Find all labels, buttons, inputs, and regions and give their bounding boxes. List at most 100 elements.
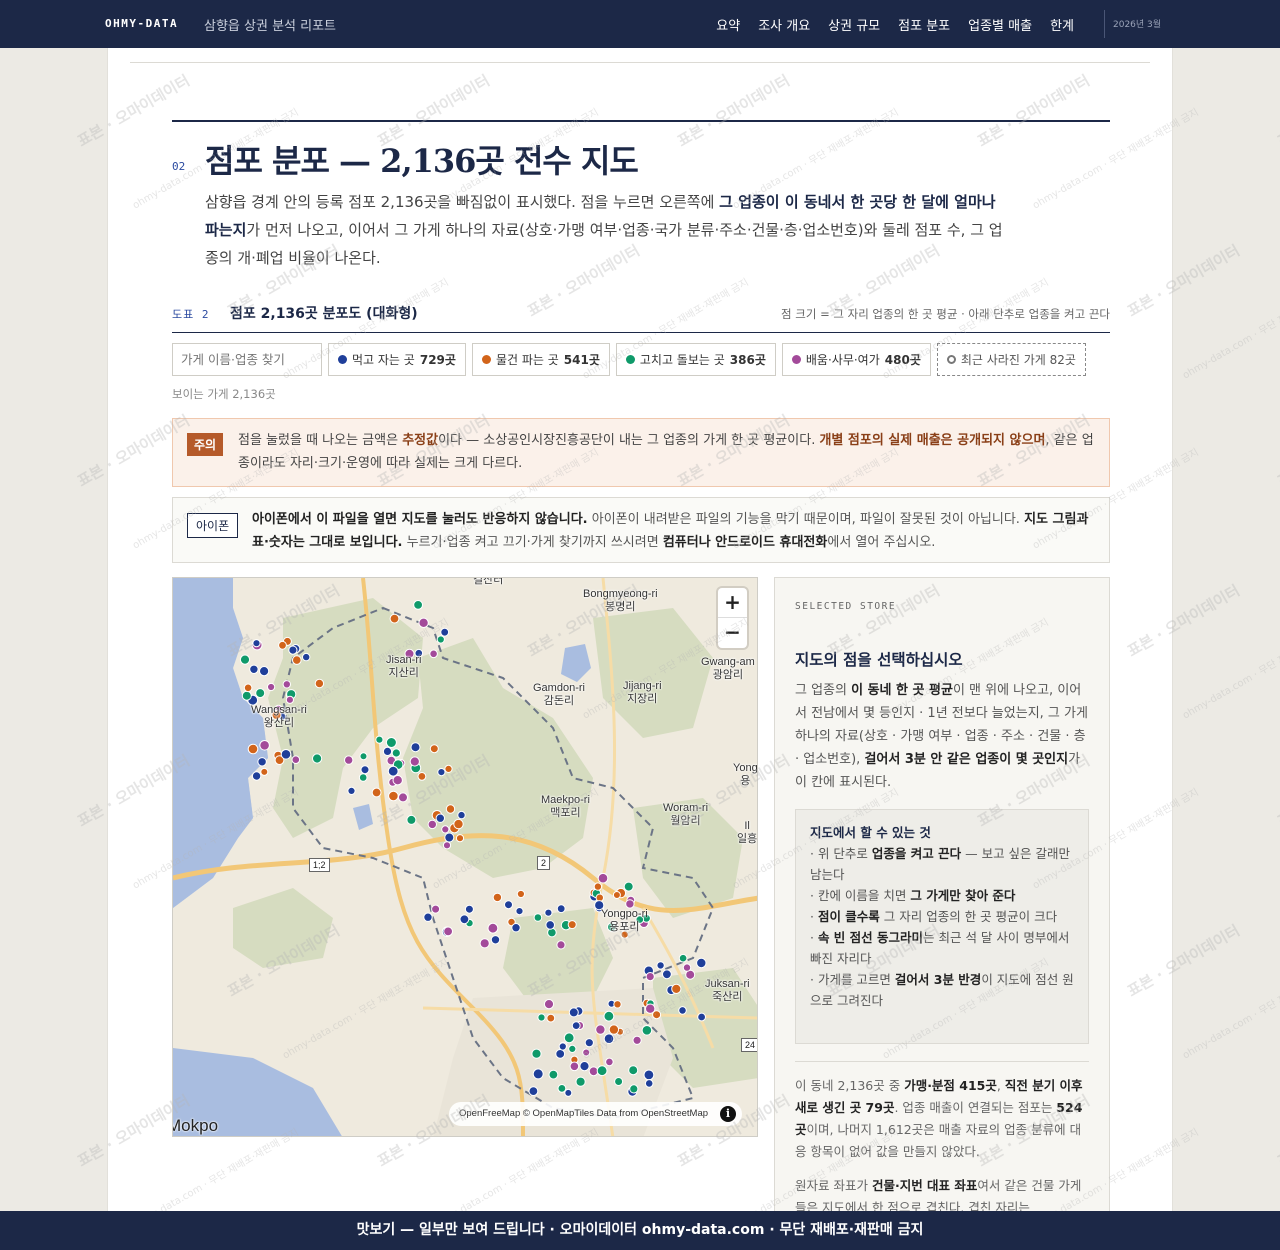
store-dot[interactable] (388, 790, 399, 802)
nav-survey-overview[interactable]: 조사 개요 (758, 15, 810, 34)
nav-store-distribution[interactable]: 점포 분포 (898, 15, 950, 34)
store-dot[interactable] (375, 735, 384, 744)
store-dot[interactable] (241, 690, 252, 701)
store-dot[interactable] (548, 1069, 559, 1080)
store-dot[interactable] (457, 810, 466, 820)
filter-repair-care[interactable]: 고치고 돌보는 곳 386곳 (615, 343, 776, 376)
store-dot[interactable] (628, 1065, 639, 1076)
zoom-out-button[interactable]: − (718, 618, 747, 648)
store-dot[interactable] (492, 892, 503, 903)
store-dot[interactable] (441, 825, 450, 834)
store-dot[interactable] (429, 744, 439, 754)
store-dot[interactable] (593, 882, 603, 891)
store-dot[interactable] (249, 664, 259, 675)
store-dot[interactable] (575, 1076, 586, 1087)
map-canvas[interactable] (173, 578, 758, 1137)
filter-education-office-leisure[interactable]: 배움·사무·여가 480곳 (781, 343, 931, 376)
store-dot[interactable] (406, 814, 417, 825)
store-dot[interactable] (612, 891, 621, 899)
store-dot[interactable] (568, 1044, 577, 1053)
store-dot[interactable] (528, 1086, 539, 1096)
store-dot[interactable] (444, 764, 453, 773)
info-icon[interactable]: i (720, 1106, 737, 1122)
store-dot[interactable] (556, 904, 566, 914)
nav-summary[interactable]: 요약 (716, 15, 740, 34)
store-dot[interactable] (678, 1006, 687, 1015)
store-dot[interactable] (596, 1065, 608, 1077)
store-dot[interactable] (391, 748, 401, 758)
store-dot[interactable] (255, 688, 266, 699)
store-dot[interactable] (436, 635, 445, 644)
store-dot[interactable] (444, 832, 455, 843)
store-dot[interactable] (682, 963, 692, 972)
filter-retail[interactable]: 물건 파는 곳 541곳 (471, 343, 610, 376)
store-dot[interactable] (597, 872, 609, 884)
nav-sales-by-industry[interactable]: 업종별 매출 (968, 15, 1032, 34)
nav-market-size[interactable]: 상권 규모 (828, 15, 880, 34)
filter-closed-stores[interactable]: 최근 사라진 가게 82곳 (936, 343, 1086, 376)
store-dot[interactable] (613, 1000, 622, 1009)
store-dot[interactable] (247, 743, 259, 755)
store-dot[interactable] (641, 1025, 653, 1036)
store-dot[interactable] (252, 639, 261, 648)
store-dot[interactable] (490, 935, 501, 945)
store-dot[interactable] (487, 922, 499, 934)
store-dot[interactable] (568, 1007, 579, 1018)
store-dot[interactable] (567, 920, 577, 930)
store-dot[interactable] (344, 755, 354, 765)
store-dot[interactable] (413, 600, 424, 610)
store-dot[interactable] (579, 1061, 590, 1072)
store-dot[interactable] (558, 1042, 567, 1051)
store-dot[interactable] (280, 749, 292, 760)
store-dot[interactable] (251, 771, 262, 781)
store-dot[interactable] (260, 767, 269, 776)
store-dot[interactable] (531, 1048, 542, 1059)
store-distribution-map[interactable]: 결산터 Bongmyeong-ri 봉명리 Jisan-ri 지산리 Wangsan… (172, 577, 758, 1137)
store-dot[interactable] (557, 1084, 567, 1093)
store-dot[interactable] (569, 1061, 580, 1072)
store-dot[interactable] (545, 920, 556, 930)
store-dot[interactable] (435, 813, 445, 823)
store-dot[interactable] (533, 913, 543, 922)
store-dot[interactable] (392, 775, 403, 786)
store-dot[interactable] (629, 1084, 639, 1094)
store-dot[interactable] (588, 1066, 599, 1077)
store-dot[interactable] (544, 908, 553, 917)
nav-limitations[interactable]: 한계 (1050, 15, 1074, 34)
store-dot[interactable] (464, 904, 474, 914)
store-dot[interactable] (623, 881, 634, 892)
store-search-input[interactable] (172, 343, 322, 376)
store-dot[interactable] (625, 899, 635, 909)
store-dot[interactable] (385, 737, 397, 748)
store-dot[interactable] (257, 757, 267, 767)
store-dot[interactable] (417, 772, 427, 781)
store-dot[interactable] (656, 961, 665, 970)
store-dot[interactable] (644, 1079, 654, 1088)
store-dot[interactable] (678, 953, 688, 963)
zoom-in-button[interactable]: + (718, 588, 747, 618)
store-dot[interactable] (696, 957, 707, 969)
store-dot[interactable] (423, 912, 433, 922)
store-dot[interactable] (358, 773, 368, 782)
store-dot[interactable] (603, 1010, 615, 1022)
store-dot[interactable] (603, 1033, 615, 1045)
store-dot[interactable] (564, 1088, 573, 1097)
store-dot[interactable] (259, 740, 270, 751)
store-dot[interactable] (347, 786, 356, 795)
store-dot[interactable] (360, 765, 370, 775)
store-dot[interactable] (288, 645, 298, 655)
store-dot[interactable] (427, 819, 437, 830)
store-dot[interactable] (437, 768, 446, 777)
store-dot[interactable] (584, 1038, 594, 1048)
store-dot[interactable] (443, 926, 454, 937)
brand-logo[interactable]: OHMY-DATA (105, 17, 178, 30)
store-dot[interactable] (371, 787, 382, 798)
store-dot[interactable] (516, 889, 525, 899)
store-dot[interactable] (410, 742, 421, 753)
store-dot[interactable] (312, 753, 323, 764)
store-dot[interactable] (429, 649, 438, 659)
store-dot[interactable] (431, 904, 441, 914)
store-dot[interactable] (440, 627, 450, 637)
store-dot[interactable] (455, 834, 465, 843)
store-dot[interactable] (382, 746, 393, 756)
